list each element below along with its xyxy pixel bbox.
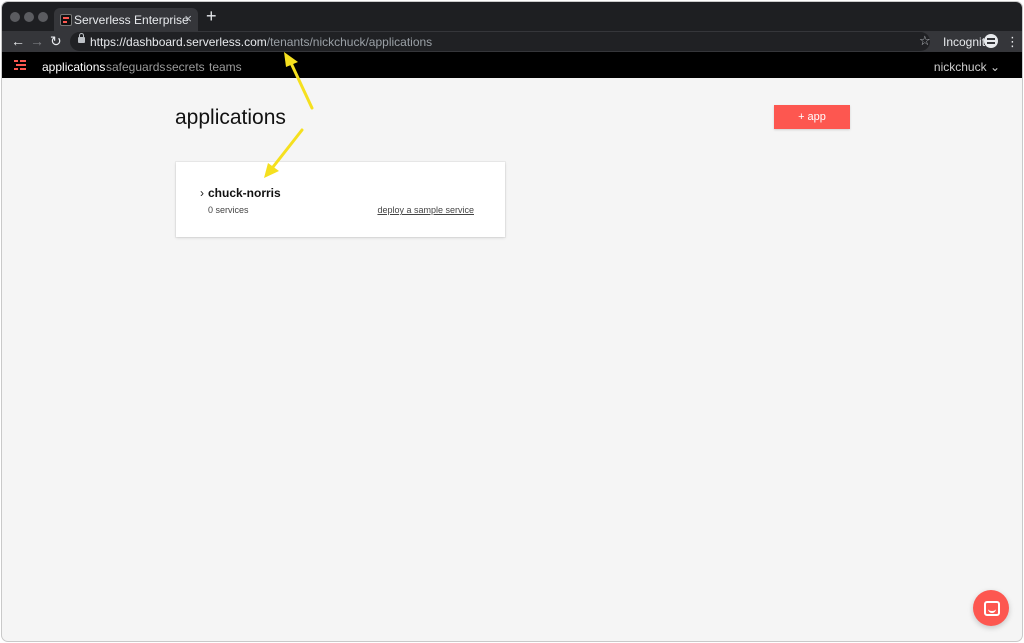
browser-window: Serverless Enterprise × + ← → ↻ https://…: [2, 2, 1022, 641]
tab-close-icon[interactable]: ×: [184, 11, 192, 26]
serverless-favicon-icon: [60, 14, 72, 26]
url-host: https://dashboard.serverless.com: [90, 35, 267, 49]
tab-strip: Serverless Enterprise × +: [2, 2, 1022, 31]
chat-icon: [984, 601, 1000, 616]
deploy-sample-service-link[interactable]: deploy a sample service: [377, 205, 474, 215]
address-bar[interactable]: https://dashboard.serverless.com/tenants…: [70, 32, 930, 51]
bookmark-star-icon[interactable]: ☆: [919, 33, 931, 49]
chevron-right-icon[interactable]: ›: [200, 186, 204, 200]
url-text[interactable]: https://dashboard.serverless.com/tenants…: [90, 35, 432, 49]
app-name[interactable]: chuck-norris: [208, 186, 281, 200]
nav-teams[interactable]: teams: [209, 60, 242, 74]
add-app-button[interactable]: + app: [774, 105, 850, 129]
user-menu[interactable]: nickchuck ⌄: [934, 60, 1000, 74]
url-path: /tenants/nickchuck/applications: [266, 35, 433, 49]
nav-safeguards[interactable]: safeguards: [106, 60, 165, 74]
page-title: applications: [175, 106, 286, 129]
tab-title: Serverless Enterprise: [74, 13, 189, 27]
browser-tab[interactable]: Serverless Enterprise ×: [54, 8, 198, 31]
new-tab-button[interactable]: +: [206, 6, 217, 27]
maximize-window-icon[interactable]: [38, 12, 48, 22]
serverless-logo-icon[interactable]: [14, 60, 26, 70]
nav-applications[interactable]: applications: [42, 60, 105, 74]
back-icon[interactable]: ←: [11, 33, 25, 49]
browser-menu-icon[interactable]: ⋮: [1006, 34, 1019, 50]
browser-toolbar: ← → ↻ https://dashboard.serverless.com/t…: [2, 31, 1022, 52]
forward-icon[interactable]: →: [30, 33, 44, 49]
lock-icon: [78, 33, 85, 43]
close-window-icon[interactable]: [10, 12, 20, 22]
chat-button[interactable]: [973, 590, 1009, 626]
minimize-window-icon[interactable]: [24, 12, 34, 22]
incognito-icon[interactable]: [984, 34, 998, 48]
reload-icon[interactable]: ↻: [50, 33, 62, 50]
app-card[interactable]: › chuck-norris 0 services deploy a sampl…: [176, 162, 505, 237]
service-count: 0 services: [208, 205, 249, 215]
nav-secrets[interactable]: secrets: [166, 60, 205, 74]
app-navbar: applications safeguards secrets teams ni…: [2, 52, 1022, 78]
